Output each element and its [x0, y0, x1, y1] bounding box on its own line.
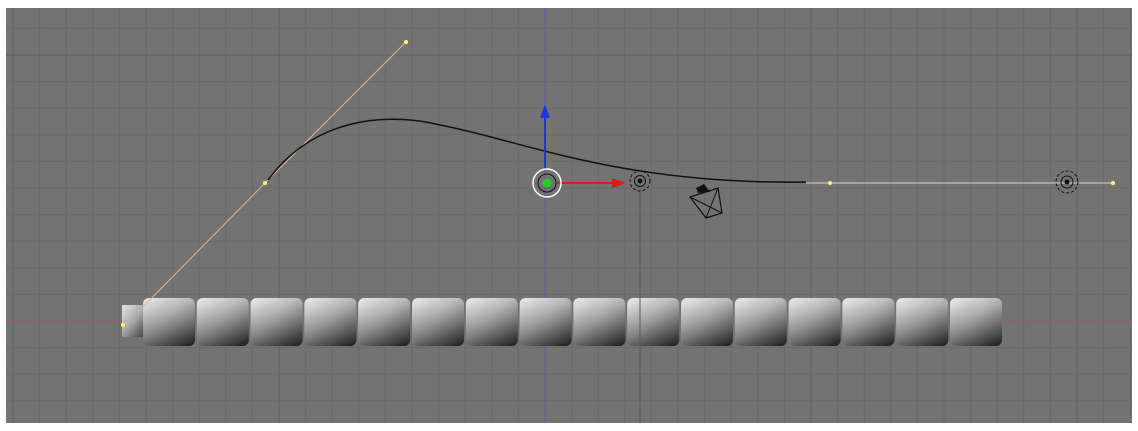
array-cube-shade [196, 298, 249, 346]
array-cube-shade [519, 298, 572, 346]
handle-point[interactable] [404, 40, 408, 44]
array-cube-shade [250, 298, 303, 346]
array-cube-shade [412, 298, 464, 346]
array-cube-shade [788, 298, 841, 346]
array-cube-shade [950, 298, 1002, 346]
handle-point[interactable] [1111, 181, 1115, 185]
viewport-background [6, 8, 1132, 423]
array-cube-shade [358, 298, 411, 346]
array-cube-shade [304, 298, 357, 346]
array-cube-shade [143, 298, 195, 346]
3d-viewport[interactable] [0, 0, 1138, 431]
array-cube-shade [842, 298, 895, 346]
array-cube-shade [627, 298, 680, 346]
array-cube-shade [465, 298, 518, 346]
array-cube-shade [734, 298, 787, 346]
array-cube-shade [573, 298, 626, 346]
array-cube-shade [681, 298, 733, 346]
curve-control-point[interactable] [828, 181, 832, 185]
viewport-canvas[interactable] [0, 0, 1138, 431]
object-origin-center[interactable] [542, 178, 552, 188]
curve-control-point[interactable] [263, 181, 267, 185]
cube-array[interactable] [122, 298, 1002, 346]
array-cube-shade [896, 298, 949, 346]
handle-point[interactable] [121, 323, 125, 327]
